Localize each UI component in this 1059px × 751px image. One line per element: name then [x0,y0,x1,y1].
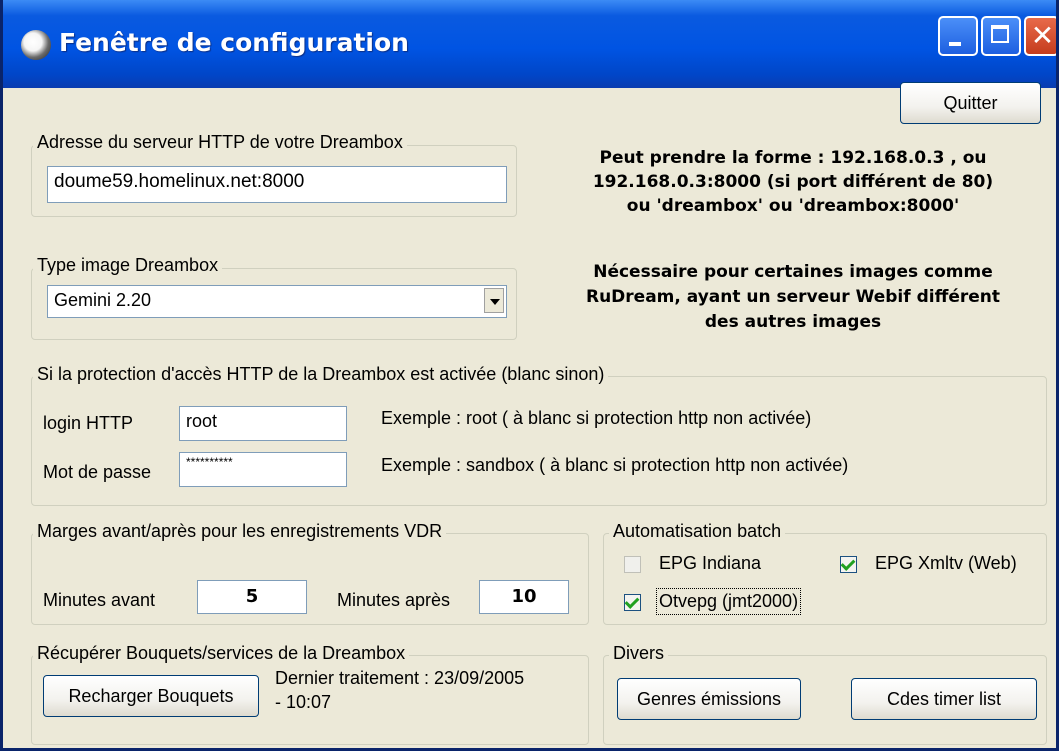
password-label: Mot de passe [43,462,152,482]
server-hint-line-2: 192.168.0.3:8000 (si port différent de 8… [592,172,994,192]
image-type-select[interactable]: Gemini 2.20 [47,285,507,318]
password-example: Exemple : sandbox ( à blanc si protectio… [381,455,849,475]
minimize-icon [949,42,961,46]
server-hint-line-3: ou 'dreambox' ou 'dreambox:8000' [626,196,960,216]
close-button[interactable]: ✕ [1024,16,1056,56]
minimize-button[interactable] [938,16,978,56]
epg-indiana-label[interactable]: EPG Indiana [659,553,761,574]
chevron-down-icon[interactable] [484,288,504,313]
image-type-selected-value: Gemini 2.20 [54,290,152,310]
timer-list-button[interactable]: Cdes timer list [851,678,1037,720]
reload-bouquets-button[interactable]: Recharger Bouquets [43,675,259,717]
minutes-after-label: Minutes après [337,590,451,610]
http-protection-group-title: Si la protection d'accès HTTP de la Drea… [33,364,609,385]
app-icon [21,30,51,60]
login-example: Exemple : root ( à blanc si protection h… [381,408,812,428]
minutes-before-label: Minutes avant [43,590,156,610]
minutes-after-input[interactable]: 10 [479,580,569,614]
epg-xmltv-checkbox[interactable] [840,556,857,573]
maximize-icon [991,25,1009,43]
server-address-group-title: Adresse du serveur HTTP de votre Dreambo… [33,132,407,153]
batch-automation-group-title: Automatisation batch [609,521,786,542]
server-hint-line-1: Peut prendre la forme : 192.168.0.3 , ou [599,148,987,168]
quit-button[interactable]: Quitter [900,82,1041,124]
password-input[interactable]: ********** [179,452,347,487]
otvepg-checkbox[interactable] [624,594,641,611]
image-type-hint-line-2: RuDream, ayant un serveur Webif différen… [585,287,1001,307]
genres-emissions-button[interactable]: Genres émissions [617,678,801,720]
login-label: login HTTP [43,413,134,433]
config-window: Fenêtre de configuration ✕ Quitter Adres… [0,0,1059,751]
divers-group-title: Divers [609,643,669,664]
epg-indiana-checkbox[interactable] [624,556,641,573]
margins-group-title: Marges avant/après pour les enregistreme… [33,521,447,542]
image-type-hint-line-3: des autres images [704,312,882,332]
otvepg-label[interactable]: Otvepg (jmt2000) [655,588,802,615]
epg-xmltv-label[interactable]: EPG Xmltv (Web) [875,553,1017,574]
server-address-input[interactable]: doume59.homelinux.net:8000 [47,166,507,203]
image-type-hint-line-1: Nécessaire pour certaines images comme [593,262,993,282]
bouquets-group-title: Récupérer Bouquets/services de la Dreamb… [33,643,410,664]
title-bar[interactable]: Fenêtre de configuration ✕ [3,0,1056,88]
last-processing-line-2: - 10:07 [275,692,332,712]
minutes-before-input[interactable]: 5 [197,580,307,614]
last-processing-line-1: Dernier traitement : 23/09/2005 [275,668,525,688]
image-type-group-title: Type image Dreambox [33,255,223,276]
maximize-button[interactable] [981,16,1021,56]
window-title: Fenêtre de configuration [59,28,409,57]
login-input[interactable]: root [179,406,347,441]
close-icon: ✕ [1030,19,1055,52]
